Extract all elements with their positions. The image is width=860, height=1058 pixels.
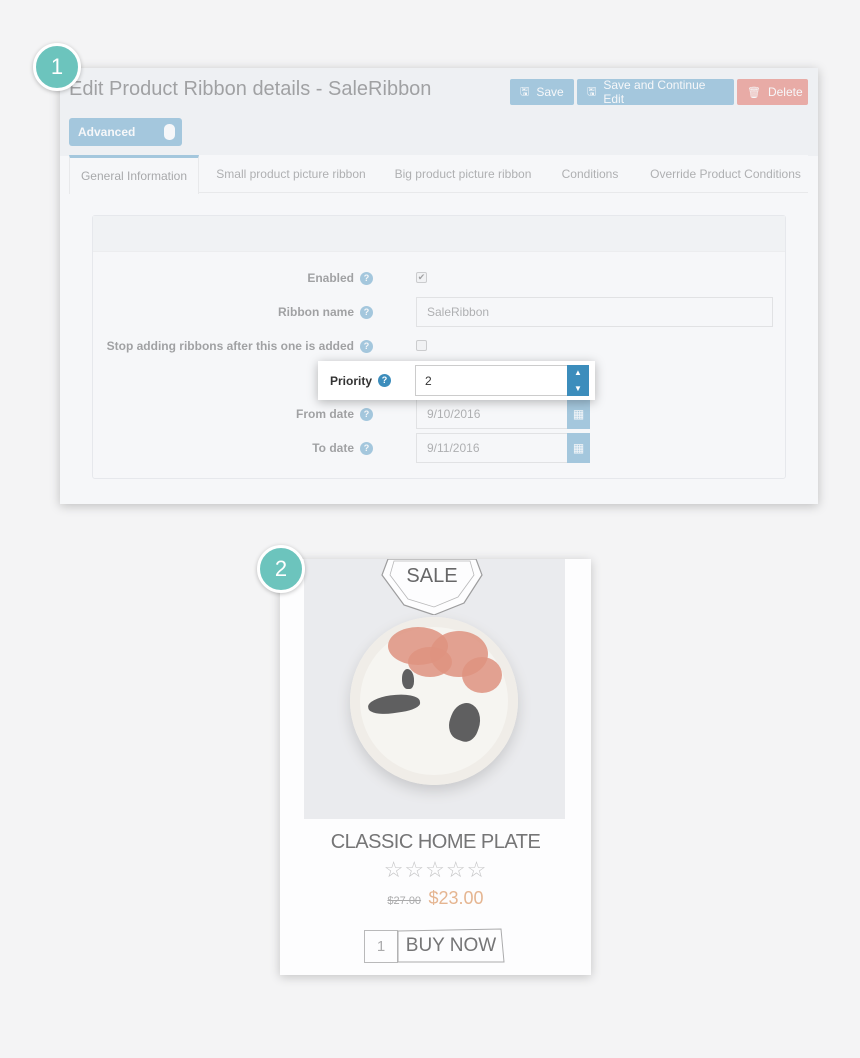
stop-adding-checkbox[interactable]	[416, 340, 427, 351]
help-icon[interactable]: ?	[360, 271, 373, 285]
chevron-down-icon[interactable]: ▼	[574, 384, 582, 393]
calendar-icon[interactable]: ▦	[567, 433, 590, 463]
save-continue-label: Save and Continue Edit	[603, 78, 706, 106]
product-card: SALE CLASSIC HOME PLATE ☆☆☆☆☆ $27.00 $23…	[280, 559, 591, 975]
trash-icon: 🗑	[747, 86, 761, 99]
enabled-label: Enabled?	[307, 263, 373, 293]
help-icon[interactable]: ?	[360, 407, 373, 421]
advanced-mode-toggle[interactable]: Advanced	[69, 118, 182, 146]
floppy-disk-icon: 🖫	[587, 85, 597, 98]
from-date-input[interactable]: 9/10/2016	[416, 399, 568, 429]
to-date-row: To date? 9/11/2016 ▦	[93, 433, 785, 463]
ribbon-name-label: Ribbon name?	[278, 297, 373, 327]
buy-now-button[interactable]: BUY NOW	[397, 928, 505, 963]
save-button-label: Save	[536, 85, 564, 99]
priority-input[interactable]: 2	[415, 365, 568, 396]
save-continue-button[interactable]: 🖫 Save and Continue Edit	[577, 78, 734, 106]
priority-row-highlight: Priority? 2 ▲ ▼	[318, 361, 595, 400]
panel-header: Edit Product Ribbon details - SaleRibbon…	[60, 68, 818, 156]
help-icon[interactable]: ?	[360, 305, 373, 319]
priority-label: Priority?	[330, 361, 392, 400]
quantity-input[interactable]: 1	[364, 930, 398, 963]
tab-conditions[interactable]: Conditions	[549, 155, 631, 193]
price-block: $27.00 $23.00	[280, 888, 591, 909]
step-2-badge: 2	[257, 545, 305, 593]
sale-ribbon-text: SALE	[406, 565, 458, 587]
page-title: Edit Product Ribbon details - SaleRibbon	[69, 78, 432, 100]
floppy-disk-icon: 🖫	[520, 85, 530, 98]
help-icon[interactable]: ?	[360, 441, 373, 455]
save-button[interactable]: 🖫 Save	[510, 79, 574, 105]
toggle-knob	[164, 124, 175, 140]
form-box-header	[93, 216, 785, 252]
buy-now-label: BUY NOW	[405, 934, 497, 956]
enabled-row: Enabled? ✔	[93, 263, 785, 293]
current-price: $23.00	[428, 888, 484, 908]
tab-small-picture-ribbon[interactable]: Small product picture ribbon	[205, 155, 377, 193]
old-price: $27.00	[387, 895, 422, 907]
tab-override-product-conditions[interactable]: Override Product Conditions	[643, 155, 808, 193]
product-title[interactable]: CLASSIC HOME PLATE	[280, 831, 591, 854]
enabled-checkbox[interactable]: ✔	[416, 272, 427, 283]
tab-general-information[interactable]: General Information	[69, 155, 199, 194]
step-1-badge: 1	[33, 43, 81, 91]
delete-button[interactable]: 🗑 Delete	[737, 79, 808, 105]
help-icon[interactable]: ?	[360, 339, 373, 353]
from-date-row: From date? 9/10/2016 ▦	[93, 399, 785, 429]
ribbon-name-row: Ribbon name? SaleRibbon	[93, 297, 785, 327]
tab-bar: General Information Small product pictur…	[69, 155, 808, 194]
advanced-toggle-label: Advanced	[78, 125, 136, 139]
chevron-up-icon[interactable]: ▲	[574, 368, 582, 377]
to-date-input[interactable]: 9/11/2016	[416, 433, 568, 463]
stop-adding-row: Stop adding ribbons after this one is ad…	[93, 331, 785, 361]
rating-stars[interactable]: ☆☆☆☆☆	[280, 857, 591, 883]
stop-adding-label: Stop adding ribbons after this one is ad…	[107, 331, 373, 361]
ribbon-edit-panel: Edit Product Ribbon details - SaleRibbon…	[60, 68, 818, 504]
to-date-label: To date?	[312, 433, 373, 463]
calendar-icon[interactable]: ▦	[567, 399, 590, 429]
from-date-label: From date?	[296, 399, 373, 429]
ribbon-name-input[interactable]: SaleRibbon	[416, 297, 773, 327]
help-icon[interactable]: ?	[378, 374, 392, 387]
plate-illustration	[350, 617, 518, 785]
general-info-form: Enabled? ✔ Ribbon name? SaleRibbon Stop …	[92, 215, 786, 479]
delete-button-label: Delete	[767, 85, 803, 99]
priority-stepper[interactable]: ▲ ▼	[567, 365, 589, 396]
tab-big-picture-ribbon[interactable]: Big product picture ribbon	[385, 155, 541, 193]
